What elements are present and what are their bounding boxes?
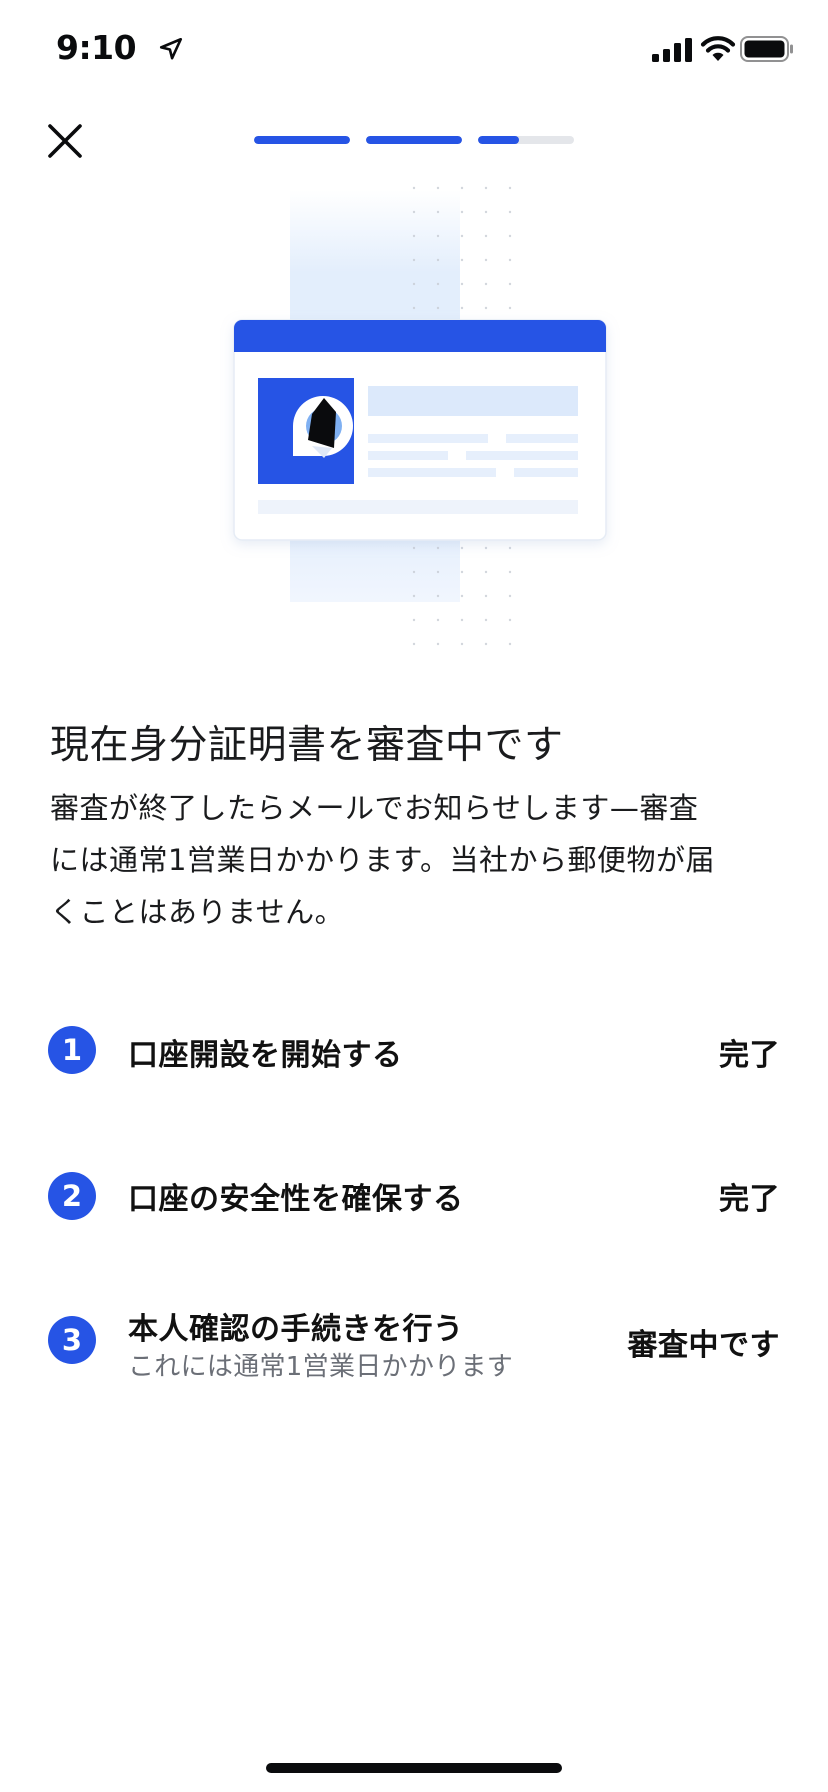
step-number-badge: 2 (48, 1172, 96, 1220)
step-start-account: 1 口座開設を開始する 完了 (0, 1000, 828, 1100)
step-verify-identity: 3 本人確認の手続きを行う これには通常1営業日かかります 審査中です (0, 1296, 828, 1396)
description-line: くことはありません。 (50, 895, 345, 929)
description-line: には通常1営業日かかります。当社から郵便物が届 (50, 843, 716, 877)
step-status: 完了 (719, 1182, 780, 1217)
progress-segment (366, 136, 462, 144)
step-title: 本人確認の手続きを行う (128, 1312, 464, 1347)
step-title: 口座開設を開始する (128, 1038, 403, 1073)
step-status: 完了 (719, 1038, 780, 1073)
step-status: 審査中です (627, 1328, 780, 1363)
home-indicator (266, 1763, 562, 1773)
progress-segment-fill (366, 136, 462, 144)
identity-verification-screen: 9:10 現在身分証明書を審査中です 審査が終了したらメールでお知らせします—審… (0, 0, 828, 1792)
description: 審査が終了したらメールでお知らせします—審査 には通常1営業日かかります。当社か… (50, 782, 778, 938)
cellular-signal-icon (652, 38, 692, 62)
step-number-badge: 1 (48, 1026, 96, 1074)
progress-segment-fill (478, 136, 520, 144)
step-title: 口座の安全性を確保する (128, 1182, 464, 1217)
status-time: 9:10 (56, 28, 137, 67)
progress-segment-fill (254, 136, 350, 144)
close-icon (48, 124, 82, 158)
status-bar: 9:10 (0, 0, 828, 96)
step-subtitle: これには通常1営業日かかります (128, 1352, 514, 1382)
progress-segment (254, 136, 350, 144)
battery-icon (740, 36, 793, 62)
step-number-badge: 3 (48, 1316, 96, 1364)
progress-segment (478, 136, 574, 144)
progress-indicator (254, 136, 574, 144)
location-arrow-icon (159, 37, 183, 60)
description-line: 審査が終了したらメールでお知らせします—審査 (50, 791, 699, 825)
wifi-icon (700, 36, 736, 61)
id-card-illustration (233, 186, 607, 656)
page-title: 現在身分証明書を審査中です (50, 723, 564, 768)
step-secure-account: 2 口座の安全性を確保する 完了 (0, 1144, 828, 1244)
close-button[interactable] (44, 120, 86, 162)
